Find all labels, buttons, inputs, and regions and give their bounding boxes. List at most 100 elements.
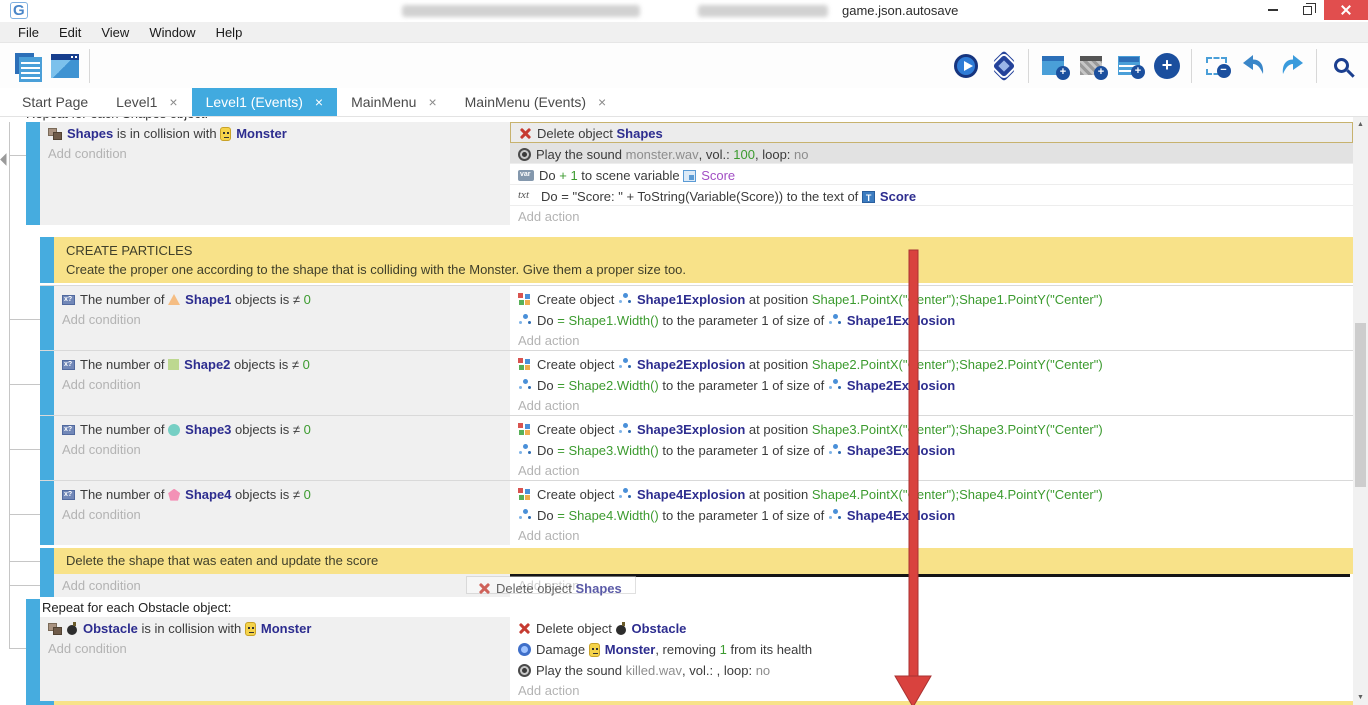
sub-event[interactable]: The number of Shape1 objects is ≠ 0Add c… <box>40 285 1353 350</box>
action-row[interactable]: Do + 1 to scene variable Score <box>510 164 1353 185</box>
menu-item-file[interactable]: File <box>8 25 49 40</box>
action-row[interactable]: Create object Shape2Explosion at positio… <box>510 353 1353 374</box>
debug-button[interactable] <box>985 47 1023 85</box>
add-condition-link[interactable]: Add condition <box>54 374 510 395</box>
action-row[interactable]: Do = Shape1.Width() to the parameter 1 o… <box>510 309 1353 330</box>
add-action-link[interactable]: Add action <box>510 460 1353 481</box>
text-segment: Monster <box>236 126 287 141</box>
tab-level1[interactable]: Level1× <box>102 88 191 116</box>
tab-mainmenu-events[interactable]: MainMenu (Events)× <box>451 88 621 116</box>
add-event-button[interactable]: + <box>1034 47 1072 85</box>
title-bar: G game.json.autosave <box>0 0 1368 22</box>
scroll-down-button[interactable]: ▼ <box>1353 690 1368 705</box>
scene-editor-button[interactable] <box>46 47 84 85</box>
action-row[interactable]: Delete object Shapes <box>510 122 1353 143</box>
add-action-link[interactable]: Add action <box>510 395 1353 416</box>
event-repeat-obstacle[interactable]: Repeat for each Obstacle object: Obstacl… <box>26 597 1353 705</box>
add-comment-button[interactable]: + <box>1110 47 1148 85</box>
xdel-icon <box>478 582 491 595</box>
dragged-action-row[interactable]: Delete object Shapes <box>470 577 635 598</box>
tab-start-page[interactable]: Start Page <box>8 88 102 116</box>
text-segment: = "Score: " + ToString(Variable(Score)) <box>561 189 783 204</box>
add-condition-link[interactable]: Add condition <box>54 504 510 525</box>
close-tab-icon[interactable]: × <box>428 94 436 110</box>
action-row[interactable]: Create object Shape1Explosion at positio… <box>510 288 1353 309</box>
add-action-link[interactable]: Add action <box>510 680 1353 701</box>
add-action-link[interactable]: Add action <box>510 574 1353 597</box>
scroll-up-button[interactable]: ▲ <box>1353 117 1368 132</box>
scrollbar-thumb[interactable] <box>1355 323 1366 487</box>
add-condition-link[interactable]: Add condition <box>40 143 510 164</box>
close-tab-icon[interactable]: × <box>169 94 177 110</box>
condition-row[interactable]: The number of Shape4 objects is ≠ 0 <box>54 483 510 504</box>
condition-row[interactable]: Obstacle is in collision with Monster <box>40 617 510 638</box>
event-shapes-collision[interactable]: Shapes is in collision with MonsterAdd c… <box>26 122 1353 228</box>
text-segment: objects is ≠ <box>231 292 303 307</box>
add-condition-link[interactable]: Add condition <box>54 574 510 597</box>
action-row[interactable]: Damage Monster, removing 1 from its heal… <box>510 638 1353 659</box>
action-row[interactable]: Do = Shape4.Width() to the parameter 1 o… <box>510 504 1353 525</box>
add-new-event-button[interactable]: + <box>1148 47 1186 85</box>
condition-row[interactable]: The number of Shape3 objects is ≠ 0 <box>54 418 510 439</box>
action-row[interactable]: Do = Shape3.Width() to the parameter 1 o… <box>510 439 1353 460</box>
comment-delete-shape[interactable]: Delete the shape that was eaten and upda… <box>40 548 1353 574</box>
action-row[interactable]: Do = "Score: " + ToString(Variable(Score… <box>510 185 1353 206</box>
vertical-scrollbar[interactable]: ▲ ▼ <box>1353 117 1368 705</box>
bomb-icon <box>67 622 78 635</box>
add-action-link[interactable]: Add action <box>510 330 1353 351</box>
search-button[interactable] <box>1322 47 1360 85</box>
tab-level1-events[interactable]: Level1 (Events)× <box>192 88 337 116</box>
redo-button[interactable] <box>1273 47 1311 85</box>
add-condition-link[interactable]: Add condition <box>40 638 510 659</box>
text-segment: Shape3Explosion <box>637 422 745 437</box>
menu-item-edit[interactable]: Edit <box>49 25 91 40</box>
text-segment: no <box>756 663 770 678</box>
add-action-link[interactable]: Add action <box>510 525 1353 546</box>
close-tab-icon[interactable]: × <box>315 94 323 110</box>
undo-button[interactable] <box>1235 47 1273 85</box>
action-row[interactable]: Create object Shape4Explosion at positio… <box>510 483 1353 504</box>
action-row[interactable]: Play the sound monster.wav, vol.: 100, l… <box>510 143 1353 164</box>
sound-icon <box>518 664 531 677</box>
condition-row[interactable]: The number of Shape1 objects is ≠ 0 <box>54 288 510 309</box>
menu-item-window[interactable]: Window <box>139 25 205 40</box>
sub-event[interactable]: The number of Shape2 objects is ≠ 0Add c… <box>40 350 1353 415</box>
event-indent-bar <box>40 416 54 480</box>
add-subevent-button[interactable]: + <box>1072 47 1110 85</box>
particles-icon <box>828 444 842 457</box>
text-segment: Do <box>537 443 557 458</box>
action-row[interactable]: Play the sound killed.wav, vol.: , loop:… <box>510 659 1353 680</box>
text-segment: is in collision with <box>113 126 220 141</box>
text-segment: = Shape4.Width() <box>557 508 659 523</box>
text-segment: Shape4.PointX("Center");Shape4.PointY("C… <box>812 487 1103 502</box>
action-row[interactable]: Delete object Obstacle <box>510 617 1353 638</box>
minimize-button[interactable] <box>1256 0 1290 20</box>
tab-mainmenu[interactable]: MainMenu× <box>337 88 451 116</box>
condition-row[interactable]: Shapes is in collision with Monster <box>40 122 510 143</box>
menu-item-help[interactable]: Help <box>206 25 253 40</box>
preview-button[interactable] <box>947 47 985 85</box>
undo-icon <box>1240 53 1268 79</box>
add-condition-link[interactable]: Add condition <box>54 439 510 460</box>
add-condition-link[interactable]: Add condition <box>54 309 510 330</box>
toolbar-separator <box>1316 49 1317 83</box>
remove-selection-button[interactable]: − <box>1197 47 1235 85</box>
restore-button[interactable] <box>1290 0 1324 20</box>
menu-item-view[interactable]: View <box>91 25 139 40</box>
collision-icon <box>48 128 62 140</box>
sub-event[interactable]: The number of Shape4 objects is ≠ 0Add c… <box>40 480 1353 545</box>
text-segment: 0 <box>304 487 311 502</box>
text-segment: at position <box>745 422 812 437</box>
action-row[interactable]: Create object Shape3Explosion at positio… <box>510 418 1353 439</box>
dragged-action-ghost[interactable]: Delete object Shapes <box>466 576 636 594</box>
close-tab-icon[interactable]: × <box>598 94 606 110</box>
action-row[interactable]: Do = Shape2.Width() to the parameter 1 o… <box>510 374 1353 395</box>
drop-target-event[interactable]: Add condition Add action <box>40 574 1353 597</box>
text-segment: 0 <box>303 357 310 372</box>
add-action-link[interactable]: Add action <box>510 206 1353 227</box>
close-button[interactable] <box>1324 0 1368 20</box>
comment-create-particles[interactable]: CREATE PARTICLES Create the proper one a… <box>40 237 1353 283</box>
project-manager-button[interactable] <box>8 47 46 85</box>
condition-row[interactable]: The number of Shape2 objects is ≠ 0 <box>54 353 510 374</box>
sub-event[interactable]: The number of Shape3 objects is ≠ 0Add c… <box>40 415 1353 480</box>
